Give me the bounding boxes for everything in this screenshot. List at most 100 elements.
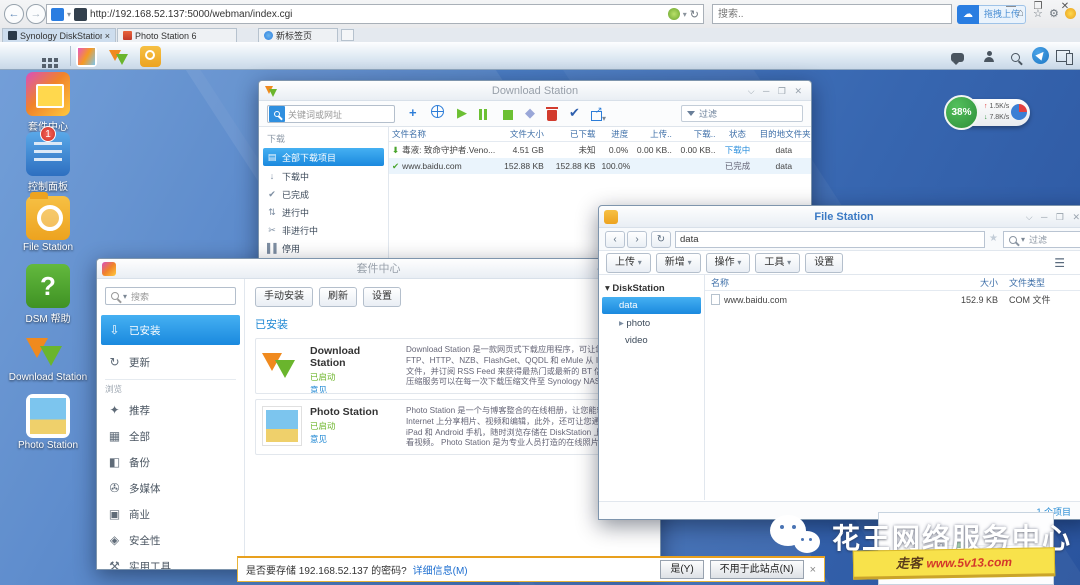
chat-icon[interactable] (951, 49, 964, 67)
manual-install-button[interactable]: 手动安装 (255, 287, 313, 307)
col-upload[interactable]: 上传.. (631, 128, 675, 140)
col-download[interactable]: 下载.. (675, 128, 719, 140)
list-view-icon[interactable]: ☰ (1054, 256, 1065, 270)
sidebar-item-completed[interactable]: ✔已完成 (259, 185, 388, 203)
sidebar-item-active[interactable]: ⇅进行中 (259, 203, 388, 221)
not-this-site-button[interactable]: 不用于此站点(N) (710, 560, 804, 579)
file-row-baidu[interactable]: www.baidu.com 152.9 KB COM 文件 2019年2月20日… (705, 291, 1080, 308)
sidebar-item-inactive[interactable]: ✂非进行中 (259, 221, 388, 239)
add-download-button[interactable]: + (409, 105, 417, 120)
col-size[interactable]: 大小 (923, 276, 1001, 289)
tools-button[interactable]: 工具 ▾ (755, 253, 800, 273)
refresh-button[interactable]: 刷新 (319, 287, 357, 307)
action-button[interactable]: 操作 ▾ (706, 253, 751, 273)
sidebar-item-backup[interactable]: ◧备份 (97, 449, 244, 475)
tab-new-page[interactable]: 新标签页 (258, 28, 338, 42)
table-header-row[interactable]: 文件名称 文件大小 已下载 进度 上传.. 下载.. 状态 目的地文件夹 (389, 127, 811, 142)
sidebar-item-security[interactable]: ◈安全性 (97, 527, 244, 553)
back-button[interactable]: ← (4, 4, 24, 24)
tree-node-photo[interactable]: ▸ photo (599, 315, 704, 332)
col-modified[interactable]: 修改 (1073, 276, 1080, 289)
addr-caret[interactable]: ▾ (683, 10, 687, 19)
sidebar-item-stopped[interactable]: ▌▌停用 (259, 239, 388, 257)
sidebar-item-multimedia[interactable]: ✇多媒体 (97, 475, 244, 501)
package-search-field[interactable]: ▾ 搜索 (105, 287, 236, 305)
user-icon[interactable] (983, 49, 995, 67)
delete-button[interactable] (547, 109, 557, 124)
sidebar-item-all-downloads[interactable]: ▤全部下载项目 (263, 148, 384, 166)
close-button[interactable]: ✕ (1052, 0, 1078, 15)
col-name[interactable]: 名称 (705, 276, 923, 289)
package-link[interactable]: 意见 (310, 433, 398, 445)
col-destination[interactable]: 目的地文件夹 (757, 128, 811, 140)
back-button[interactable]: ‹ (605, 231, 625, 248)
package-center-titlebar[interactable]: 套件中心 ⌵ ─ ❐ ✕ (97, 259, 660, 279)
create-button[interactable]: 新增 ▾ (656, 253, 701, 273)
forward-button[interactable]: › (627, 231, 647, 248)
window-controls[interactable]: ⌵ ─ ❐ ✕ (748, 81, 805, 101)
sidebar-item-recommended[interactable]: ✦推荐 (97, 397, 244, 423)
col-status[interactable]: 状态 (718, 128, 756, 140)
sidebar-item-update[interactable]: ↻更新 (97, 349, 244, 375)
file-station-titlebar[interactable]: File Station ⌵ ─ ❐ ✕ (599, 206, 1080, 228)
address-bar[interactable]: ▾ http://192.168.52.137:5000/webman/inde… (46, 4, 704, 24)
widgets-icon[interactable] (1056, 49, 1070, 67)
tab-close-icon[interactable]: × (105, 31, 110, 41)
download-search-field[interactable]: 关键词或网址 (267, 105, 395, 123)
col-downloaded[interactable]: 已下载 (547, 128, 599, 140)
tab-photo-station[interactable]: Photo Station 6 (117, 28, 237, 42)
site-icon[interactable] (51, 8, 64, 21)
url-text[interactable]: http://192.168.52.137:5000/webman/index.… (90, 9, 665, 20)
url-download-button[interactable] (431, 105, 444, 121)
sidebar-item-all[interactable]: ▦全部 (97, 423, 244, 449)
taskbar-photo-station-icon[interactable] (76, 46, 97, 67)
sidebar-item-business[interactable]: ▣商业 (97, 501, 244, 527)
path-input[interactable] (675, 231, 985, 248)
package-link[interactable]: 意见 (310, 384, 398, 394)
refresh-icon[interactable]: ↻ (690, 8, 699, 21)
upload-button[interactable]: 上传 ▾ (606, 253, 651, 273)
download-row-venom[interactable]: ⬇毒液: 致命守护者.Veno... 4.51 GB 未知 0.0% 0.00 … (389, 142, 811, 158)
site-icon-caret[interactable]: ▾ (67, 10, 71, 19)
taskbar-file-station-icon[interactable] (140, 46, 161, 67)
tab-synology[interactable]: Synology DiskStation - Di.. × (2, 28, 116, 42)
file-list-header[interactable]: 名称 大小 文件类型 修改 (705, 275, 1080, 291)
col-filename[interactable]: 文件名称 (389, 128, 495, 140)
package-card-photo-station[interactable]: Photo Station 已启动 意见 Photo Station 是一个与博… (255, 399, 653, 455)
close-icon[interactable]: × (810, 564, 816, 576)
col-type[interactable]: 文件类型 (1001, 276, 1073, 289)
minimize-button[interactable]: — (998, 0, 1024, 15)
download-row-baidu[interactable]: ✔www.baidu.com 152.88 KB 152.88 KB 100.0… (389, 158, 811, 174)
bookmark-star-icon[interactable]: ★ (989, 233, 998, 244)
settings-button[interactable]: 设置 (363, 287, 401, 307)
filter-field[interactable]: 过滤 (681, 105, 803, 122)
maximize-button[interactable]: ❐ (1025, 0, 1051, 15)
tree-root-diskstation[interactable]: ▾ DiskStation (599, 281, 704, 296)
download-station-titlebar[interactable]: Download Station ⌵ ─ ❐ ✕ (259, 81, 811, 101)
tree-node-data[interactable]: data (602, 297, 701, 314)
refresh-button[interactable]: ↻ (651, 231, 671, 248)
share-button[interactable]: ▾ (591, 109, 606, 124)
clear-button[interactable]: ◆ (525, 105, 535, 121)
browser-search-input[interactable] (712, 4, 952, 24)
resume-button[interactable]: ▶ (457, 105, 467, 121)
desktop-icon-control-panel[interactable]: 1 控制面板 (2, 132, 94, 193)
resource-monitor-widget[interactable]: 38% ↑ 1.5K/s ↓ 7.8K/s (948, 99, 1030, 126)
sidebar-item-utilities[interactable]: ⚒实用工具 (97, 553, 244, 570)
filter-field[interactable]: ▾ 过滤 (1003, 231, 1080, 248)
stop-button[interactable] (503, 108, 513, 123)
col-progress[interactable]: 进度 (598, 128, 631, 140)
window-controls[interactable]: ⌵ ─ ❐ ✕ (1026, 206, 1080, 228)
desktop-icon-photo-station[interactable]: Photo Station (2, 394, 94, 451)
new-tab-button[interactable] (341, 29, 354, 41)
desktop-icon-file-station[interactable]: File Station (2, 196, 94, 253)
package-card-download-station[interactable]: Download Station 已启动 意见 Download Station… (255, 338, 653, 394)
tree-node-video[interactable]: video (599, 332, 704, 349)
desktop-icon-package-center[interactable]: 套件中心 (2, 72, 94, 133)
sidebar-item-downloading[interactable]: ↓下载中 (259, 167, 388, 185)
pause-button[interactable] (479, 108, 489, 123)
forward-button[interactable]: → (26, 4, 46, 24)
yes-button[interactable]: 是(Y) (660, 560, 703, 579)
details-link[interactable]: 详细信息(M) (413, 562, 468, 577)
main-menu-button[interactable] (22, 45, 66, 67)
